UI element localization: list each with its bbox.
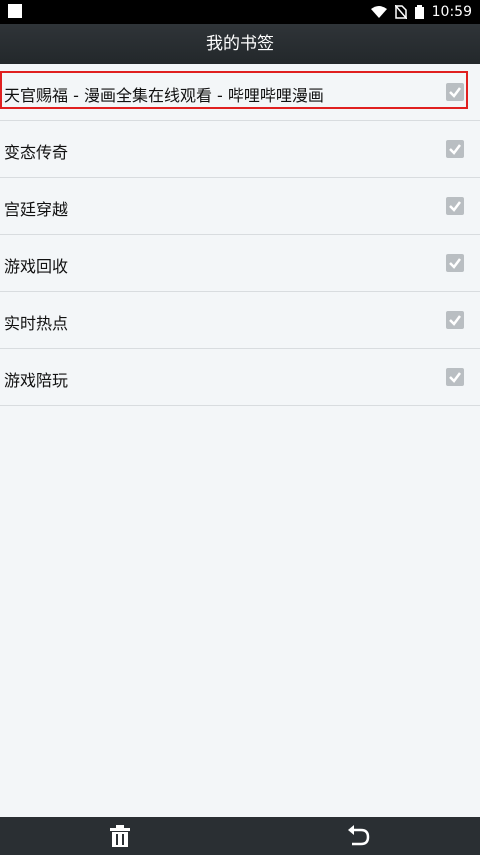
bookmark-item[interactable]: 游戏陪玩 — [0, 349, 480, 406]
bookmark-label: 游戏回收 — [4, 257, 69, 276]
checkbox[interactable] — [446, 368, 464, 386]
bottom-toolbar — [0, 817, 480, 855]
bookmark-label: 宫廷穿越 — [4, 200, 69, 219]
no-sim-icon — [394, 5, 407, 19]
back-icon[interactable] — [346, 823, 372, 849]
battery-icon — [414, 5, 424, 19]
bookmark-item[interactable]: 实时热点 — [0, 292, 480, 349]
status-time: 10:59 — [431, 4, 472, 20]
page-title: 我的书签 — [0, 24, 480, 64]
checkbox[interactable] — [446, 83, 464, 101]
status-bar: 10:59 — [0, 0, 480, 24]
bookmark-label: 实时热点 — [4, 314, 69, 333]
checkbox[interactable] — [446, 197, 464, 215]
checkbox[interactable] — [446, 140, 464, 158]
wifi-icon — [370, 6, 387, 18]
checkbox[interactable] — [446, 254, 464, 272]
notification-icon — [8, 4, 22, 18]
delete-icon[interactable] — [107, 823, 133, 849]
bookmark-list: 天官赐福 - 漫画全集在线观看 - 哔哩哔哩漫画 变态传奇 宫廷穿越 游戏回收 … — [0, 64, 480, 406]
bookmark-item[interactable]: 变态传奇 — [0, 121, 480, 178]
bookmark-item[interactable]: 宫廷穿越 — [0, 178, 480, 235]
bookmark-item[interactable]: 游戏回收 — [0, 235, 480, 292]
bookmark-label: 游戏陪玩 — [4, 371, 69, 390]
bookmark-label: 变态传奇 — [4, 143, 69, 162]
bookmark-item[interactable]: 天官赐福 - 漫画全集在线观看 - 哔哩哔哩漫画 — [0, 64, 480, 121]
bookmark-label: 天官赐福 - 漫画全集在线观看 - 哔哩哔哩漫画 — [4, 86, 324, 105]
checkbox[interactable] — [446, 311, 464, 329]
